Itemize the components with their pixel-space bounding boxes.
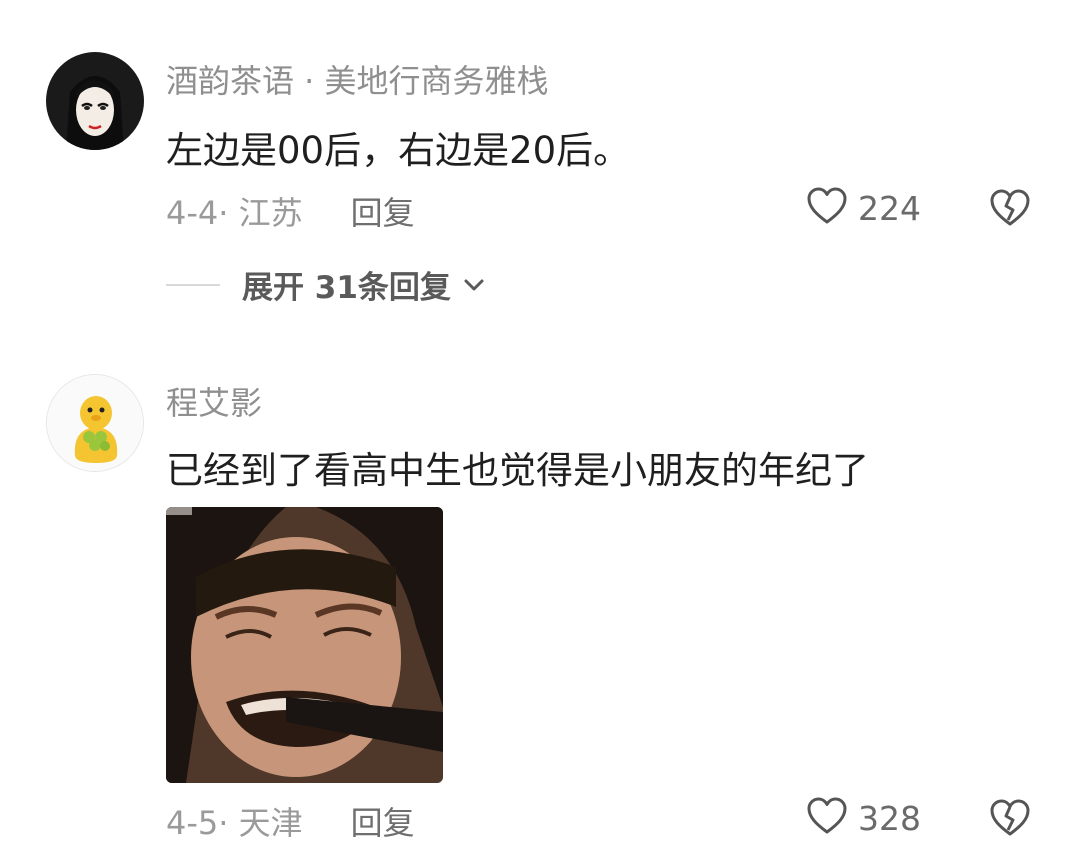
comment-text: 左边是00后，右边是20后。 — [166, 129, 631, 172]
comment-text: 已经到了看高中生也觉得是小朋友的年纪了 — [166, 449, 869, 492]
avatar-yellow-duck-icon[interactable] — [46, 374, 144, 472]
broken-heart-icon[interactable] — [988, 188, 1032, 232]
divider-line — [166, 283, 220, 286]
expand-replies-button[interactable]: 展开 31条回复 — [166, 262, 485, 307]
like-button[interactable]: 224 — [806, 186, 921, 230]
broken-heart-icon[interactable] — [988, 798, 1032, 842]
expand-replies-label[interactable]: 展开 31条回复 — [242, 262, 451, 307]
like-button[interactable]: 328 — [806, 796, 921, 840]
date-location: 4-5· 天津 — [166, 804, 303, 842]
date-location: 4-4· 江苏 — [166, 194, 303, 232]
like-count: 328 — [858, 798, 921, 838]
comment-meta: 4-5· 天津 回复 — [166, 798, 415, 844]
avatar-anime-girl-icon[interactable] — [46, 52, 144, 150]
comment-author[interactable]: 程艾影 — [166, 378, 262, 424]
like-count: 224 — [858, 188, 921, 228]
reply-button[interactable]: 回复 — [351, 188, 415, 234]
heart-icon[interactable] — [806, 186, 848, 230]
comment-meta: 4-4· 江苏 回复 — [166, 188, 415, 234]
comment-author[interactable]: 酒韵茶语 · 美地行商务雅栈 — [166, 56, 549, 102]
chevron-down-icon[interactable] — [463, 278, 485, 292]
heart-icon[interactable] — [806, 796, 848, 840]
reply-button[interactable]: 回复 — [351, 798, 415, 844]
crying-man-meme-image[interactable] — [166, 507, 443, 783]
